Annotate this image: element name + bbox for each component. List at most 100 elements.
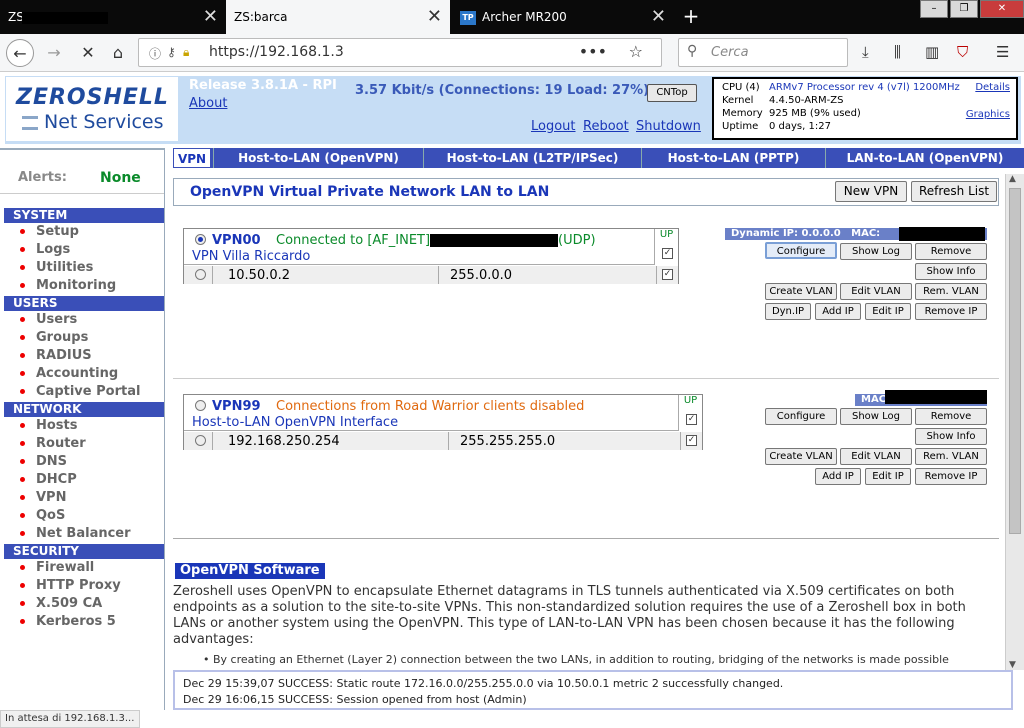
ublock-icon[interactable]: ⛉ (957, 43, 968, 61)
alerts-value[interactable]: None (100, 170, 141, 186)
library-icon[interactable]: ⫼ (894, 43, 901, 61)
ip-address: 192.168.250.254 (228, 434, 340, 449)
show-info-button[interactable]: Show Info (915, 263, 987, 280)
forward-arrow-icon[interactable]: → (40, 39, 68, 67)
graphics-link[interactable]: Graphics (966, 109, 1010, 120)
back-arrow-icon[interactable]: ← (6, 39, 34, 67)
remove-ip-button[interactable]: Remove IP (915, 468, 987, 485)
content-scrollbar[interactable]: ▲ ▼ (1005, 174, 1024, 670)
configure-button[interactable]: Configure (765, 408, 837, 425)
details-link[interactable]: Details (975, 82, 1010, 93)
sidebar-item-vpn[interactable]: VPN (19, 490, 66, 505)
reboot-link[interactable]: Reboot (583, 119, 629, 134)
show-log-button[interactable]: Show Log (840, 243, 912, 260)
search-input[interactable]: ⚲ Cerca (678, 38, 848, 67)
minimize-icon[interactable]: – (920, 0, 948, 18)
sidebar-item-radius[interactable]: RADIUS (20, 348, 92, 363)
sidebar-item-dns[interactable]: DNS (19, 454, 67, 469)
net-row-checkbox[interactable]: ✓ (686, 435, 697, 446)
sidebar-icon[interactable]: ▥ (925, 43, 939, 61)
sidebar-item-x509-ca[interactable]: X.509 CA (19, 596, 102, 611)
scroll-up-icon[interactable]: ▲ (1009, 174, 1016, 184)
zeroshell-logo[interactable]: ZEROSHELL Net Services (6, 77, 178, 141)
tab-vpn[interactable]: VPN (173, 148, 211, 168)
close-icon[interactable]: ✕ (427, 0, 442, 34)
edit-vlan-button[interactable]: Edit VLAN (840, 283, 912, 300)
sidebar-item-qos[interactable]: QoS (19, 508, 65, 523)
tab-lan-to-lan-openvpn[interactable]: LAN-to-LAN (OpenVPN) (825, 148, 1024, 168)
remove-button[interactable]: Remove (915, 408, 987, 425)
sidebar-item-groups[interactable]: Groups (19, 330, 88, 345)
sidebar-item-setup[interactable]: Setup (20, 224, 79, 239)
net-row-radio[interactable] (195, 269, 206, 280)
sidebar-item-http-proxy[interactable]: HTTP Proxy (20, 578, 121, 593)
add-ip-button[interactable]: Add IP (815, 303, 861, 320)
browser-tab-zs[interactable]: ZS ✕ (0, 0, 226, 34)
sidebar-item-utilities[interactable]: Utilities (19, 260, 93, 275)
configure-button[interactable]: Configure (765, 242, 837, 259)
tab-host-to-lan-openvpn[interactable]: Host-to-LAN (OpenVPN) (213, 148, 423, 168)
download-icon[interactable]: ⤓ (862, 43, 869, 61)
edit-ip-button[interactable]: Edit IP (865, 303, 911, 320)
scroll-down-icon[interactable]: ▼ (1009, 660, 1016, 670)
stop-icon[interactable]: ✕ (74, 39, 102, 67)
divider (173, 378, 999, 379)
vpn99-up-checkbox[interactable]: ✓ (686, 414, 697, 425)
vpn99-net-row: 192.168.250.254 255.255.255.0 ✓ (184, 432, 702, 450)
menu-icon[interactable]: ☰ (996, 43, 1009, 61)
sidebar-item-logs[interactable]: Logs (19, 242, 70, 257)
browser-tab-bar: ZS ✕ ZS:barca ✕ TP Archer MR200 ✕ + – ❐ ✕ (0, 0, 1024, 34)
tab-host-to-lan-l2tp[interactable]: Host-to-LAN (L2TP/IPSec) (423, 148, 641, 168)
release-label: Release 3.8.1A - RPI (189, 78, 337, 93)
sidebar-item-net-balancer[interactable]: Net Balancer (20, 526, 131, 541)
rem-vlan-button[interactable]: Rem. VLAN (915, 283, 987, 300)
logout-link[interactable]: Logout (531, 119, 576, 134)
sidebar-item-monitoring[interactable]: Monitoring (19, 278, 116, 293)
close-icon[interactable]: ✕ (651, 0, 666, 34)
show-log-button[interactable]: Show Log (840, 408, 912, 425)
window-close-icon[interactable]: ✕ (980, 0, 1024, 18)
dyn-ip-button[interactable]: Dyn.IP (765, 303, 811, 320)
sidebar-item-captive-portal[interactable]: Captive Portal (19, 384, 140, 399)
url-text[interactable]: https://192.168.1.3 (209, 44, 344, 60)
net-row-checkbox[interactable]: ✓ (662, 269, 673, 280)
edit-ip-button[interactable]: Edit IP (865, 468, 911, 485)
sidebar-item-router[interactable]: Router (20, 436, 86, 451)
scrollbar-thumb[interactable] (1009, 188, 1021, 534)
vpn00-radio[interactable] (195, 234, 206, 245)
tab-host-to-lan-pptp[interactable]: Host-to-LAN (PPTP) (641, 148, 825, 168)
about-link[interactable]: About (189, 96, 227, 111)
more-dots-icon[interactable]: ••• (579, 42, 607, 61)
net-row-radio[interactable] (195, 435, 206, 446)
create-vlan-button[interactable]: Create VLAN (765, 283, 837, 300)
cntop-button[interactable]: CNTop (647, 84, 697, 102)
sidebar-item-users[interactable]: Users (19, 312, 77, 327)
vpn99-radio[interactable] (195, 400, 206, 411)
sidebar-item-accounting[interactable]: Accounting (19, 366, 118, 381)
info-icon[interactable]: ⓘ (149, 45, 161, 62)
new-vpn-button[interactable]: New VPN (835, 181, 907, 202)
url-bar[interactable]: ⓘ ⚷ 🔒︎ https://192.168.1.3 ••• ☆ (138, 38, 662, 67)
browser-tab-zs-barca[interactable]: ZS:barca ✕ (226, 0, 450, 34)
show-info-button[interactable]: Show Info (915, 428, 987, 445)
sidebar-item-firewall[interactable]: Firewall (19, 560, 94, 575)
browser-tab-archer[interactable]: TP Archer MR200 ✕ (452, 0, 674, 34)
remove-ip-button[interactable]: Remove IP (915, 303, 987, 320)
add-ip-button[interactable]: Add IP (815, 468, 861, 485)
edit-vlan-button[interactable]: Edit VLAN (840, 448, 912, 465)
plus-icon[interactable]: + (680, 0, 702, 34)
refresh-list-button[interactable]: Refresh List (911, 181, 997, 202)
sidebar-item-kerberos[interactable]: Kerberos 5 (20, 614, 116, 629)
home-icon[interactable]: ⌂ (104, 39, 132, 67)
remove-button[interactable]: Remove (915, 243, 987, 260)
close-icon[interactable]: ✕ (203, 0, 218, 34)
shutdown-link[interactable]: Shutdown (636, 119, 701, 134)
maximize-icon[interactable]: ❐ (950, 0, 978, 18)
vpn00-up-checkbox[interactable]: ✓ (662, 248, 673, 259)
rem-vlan-button[interactable]: Rem. VLAN (915, 448, 987, 465)
logo-subtitle: Net Services (22, 111, 164, 133)
star-icon[interactable]: ☆ (629, 42, 643, 61)
sidebar-item-hosts[interactable]: Hosts (20, 418, 78, 433)
sidebar-item-dhcp[interactable]: DHCP (20, 472, 77, 487)
create-vlan-button[interactable]: Create VLAN (765, 448, 837, 465)
